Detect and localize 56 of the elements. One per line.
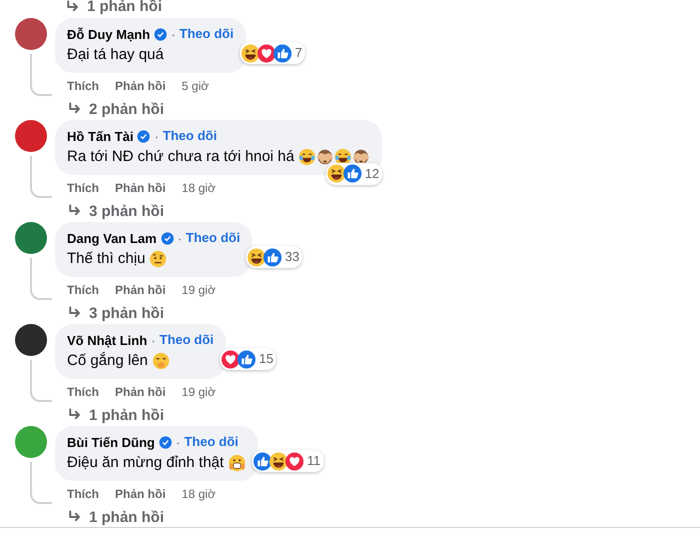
separator-dot: · (178, 230, 182, 248)
follow-link[interactable]: Theo dõi (179, 25, 234, 44)
action-link[interactable]: Thích (67, 78, 99, 94)
replies-link[interactable]: 1 phản hồi (89, 508, 164, 526)
comment-text: Đại tá hay quá (67, 44, 164, 64)
author-name[interactable]: Võ Nhật Linh (67, 332, 148, 350)
action-link[interactable]: Thích (67, 282, 99, 298)
action-link[interactable]: Phản hồi (115, 282, 166, 298)
action-link[interactable]: Thích (67, 180, 99, 196)
action-link[interactable]: Thích (67, 486, 99, 502)
follow-link[interactable]: Theo dõi (184, 433, 238, 452)
replies-link[interactable]: 2 phản hồi (89, 100, 164, 118)
thread-line (30, 156, 52, 198)
comment-text: Ra tới NĐ chứ chưa ra tới hnoi há (67, 146, 294, 166)
reaction-count: 12 (364, 164, 380, 183)
reaction-count: 11 (307, 452, 320, 470)
action-link[interactable]: Phản hồi (115, 180, 166, 196)
replies-link[interactable]: 1 phản hồi (89, 406, 164, 424)
separator-dot: · (171, 26, 176, 44)
reaction-count: 15 (259, 350, 274, 368)
reaction-badge[interactable]: 7 (240, 42, 306, 64)
action-link[interactable]: Phản hồi (115, 384, 166, 400)
thread-line (30, 258, 52, 300)
comment-text: Điệu ăn mừng đỉnh thật (67, 452, 224, 472)
reaction-badge[interactable]: 15 (220, 348, 276, 370)
follow-link[interactable]: Theo dõi (162, 127, 217, 146)
author-name[interactable]: Bùi Tiến Dũng (67, 434, 155, 452)
timestamp[interactable]: 5 giờ (182, 78, 209, 94)
replies-link[interactable]: 3 phản hồi (89, 304, 164, 322)
follow-link[interactable]: Theo dõi (186, 229, 240, 248)
action-link[interactable]: Thích (67, 384, 99, 400)
comment-text: Cố gắng lên (67, 350, 148, 370)
thread-line (30, 54, 52, 96)
reaction-badge[interactable]: 11 (252, 450, 324, 472)
author-name[interactable]: Dang Van Lam (67, 230, 157, 248)
replies-link[interactable]: 3 phản hồi (89, 202, 164, 220)
separator-dot: · (154, 128, 159, 146)
reaction-count: 33 (285, 248, 300, 266)
avatar[interactable] (15, 324, 47, 356)
reaction-badge[interactable]: 33 (246, 246, 302, 268)
author-name[interactable]: Hồ Tấn Tài (67, 128, 134, 146)
follow-link[interactable]: Theo dõi (160, 331, 214, 350)
timestamp[interactable]: 18 giờ (182, 486, 216, 502)
timestamp[interactable]: 18 giờ (182, 180, 216, 196)
timestamp[interactable]: 19 giờ (182, 384, 216, 400)
action-link[interactable]: Phản hồi (115, 78, 166, 94)
timestamp[interactable]: 19 giờ (182, 282, 216, 298)
action-link[interactable]: Phản hồi (115, 486, 166, 502)
separator-dot: · (151, 332, 156, 350)
thread-line (30, 462, 52, 504)
author-name[interactable]: Đỗ Duy Mạnh (67, 26, 150, 44)
separator-dot: · (176, 434, 180, 452)
comment-text: Thế thì chịu (67, 248, 146, 268)
reaction-badge[interactable]: 12 (326, 162, 382, 184)
thread-line (30, 360, 52, 402)
reaction-count: 7 (295, 44, 302, 62)
